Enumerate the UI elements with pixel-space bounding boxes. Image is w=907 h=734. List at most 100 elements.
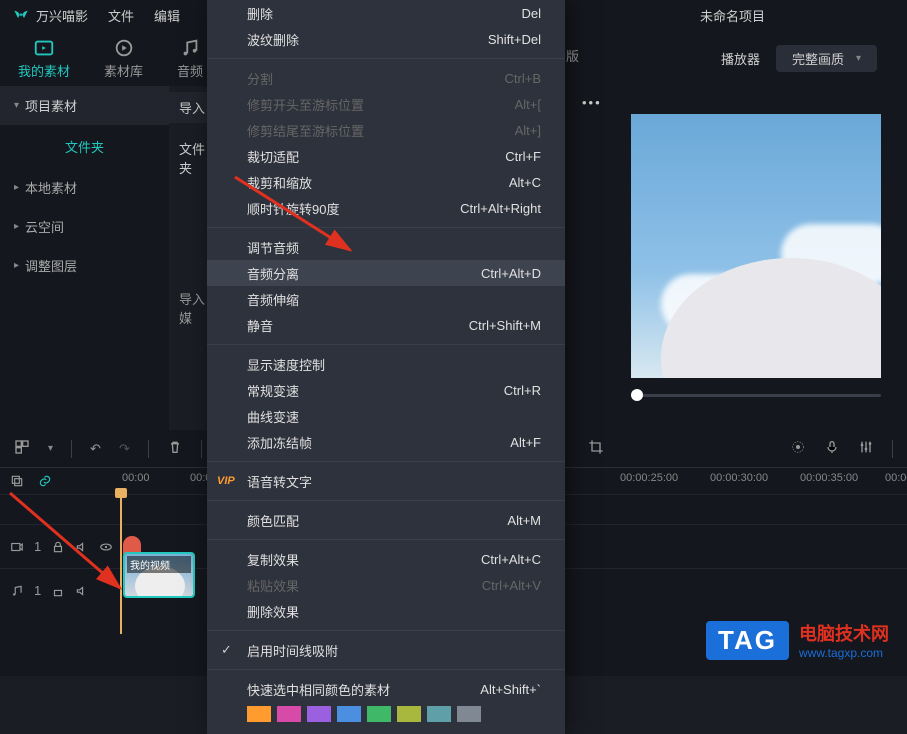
- ctx-shortcut: Ctrl+Alt+D: [481, 266, 541, 281]
- ctx-del_fx[interactable]: 删除效果: [207, 598, 565, 624]
- chevron-down-icon: ▾: [856, 53, 861, 64]
- mixer-icon[interactable]: [858, 439, 874, 458]
- ctx-snap[interactable]: ✓启用时间线吸附: [207, 637, 565, 663]
- ctx-shortcut: Alt+]: [515, 123, 541, 138]
- ctx-label: 语音转文字: [247, 472, 312, 491]
- sidebar-head-project[interactable]: ▾ 项目素材: [0, 86, 169, 125]
- chevron-down-icon[interactable]: ▾: [48, 443, 53, 454]
- tab-audio[interactable]: 音频: [169, 33, 211, 84]
- preview-scrubber[interactable]: [631, 386, 881, 406]
- ctx-uniform_speed[interactable]: 常规变速 Ctrl+R: [207, 377, 565, 403]
- app-logo: 万兴喵影: [12, 6, 88, 25]
- app-name: 万兴喵影: [36, 6, 88, 25]
- copy-icon[interactable]: [10, 474, 24, 488]
- ctx-shortcut: Ctrl+B: [505, 71, 541, 86]
- ctx-label: 快速选中相同颜色的素材: [247, 680, 390, 699]
- ctx-freeze[interactable]: 添加冻结帧 Alt+F: [207, 429, 565, 455]
- more-options-button[interactable]: •••: [582, 95, 602, 110]
- swatch[interactable]: [277, 706, 301, 722]
- ctx-shortcut: Ctrl+Alt+V: [482, 578, 541, 593]
- panels-icon[interactable]: [14, 439, 30, 458]
- swatch[interactable]: [307, 706, 331, 722]
- ctx-audio_ext[interactable]: 音频伸缩: [207, 286, 565, 312]
- wondershare-icon: [12, 6, 30, 24]
- menu-file[interactable]: 文件: [108, 6, 134, 25]
- ctx-shortcut: Shift+Del: [488, 32, 541, 47]
- ctx-ripple_del[interactable]: 波纹删除 Shift+Del: [207, 26, 565, 52]
- ctx-shortcut: Del: [521, 6, 541, 21]
- ctx-shortcut: Ctrl+Alt+Right: [460, 201, 541, 216]
- record-icon[interactable]: [790, 439, 806, 458]
- ctx-shortcut: Ctrl+Shift+M: [469, 318, 541, 333]
- ctx-shortcut: Ctrl+Alt+C: [481, 552, 541, 567]
- ctx-label: 删除效果: [247, 602, 299, 621]
- sidebar-item-cloud[interactable]: ▸云空间: [0, 207, 169, 246]
- ctx-label: 分割: [247, 69, 273, 88]
- video-preview[interactable]: [631, 114, 881, 378]
- ctx-label: 修剪结尾至游标位置: [247, 121, 364, 140]
- ctx-label: 添加冻结帧: [247, 433, 312, 452]
- swatch[interactable]: [397, 706, 421, 722]
- chevron-right-icon: ▸: [14, 182, 19, 193]
- crop-tool-icon[interactable]: [588, 439, 604, 458]
- swatch[interactable]: [367, 706, 391, 722]
- ctx-shortcut: Alt+[: [515, 97, 541, 112]
- ctx-curve_speed[interactable]: 曲线变速: [207, 403, 565, 429]
- menu-edit[interactable]: 编辑: [154, 6, 180, 25]
- quality-dropdown[interactable]: 完整画质 ▾: [776, 45, 877, 72]
- stock-icon: [113, 37, 135, 59]
- media-icon: [33, 37, 55, 59]
- chevron-right-icon: ▸: [14, 221, 19, 232]
- ctx-label: 复制效果: [247, 550, 299, 569]
- chevron-down-icon: ▾: [14, 100, 19, 111]
- ctx-crop_fit[interactable]: 裁切适配 Ctrl+F: [207, 143, 565, 169]
- context-menu: 删除Del 波纹删除 Shift+Del 分割 Ctrl+B 修剪开头至游标位置 Alt+[…: [207, 0, 565, 734]
- chevron-right-icon: ▸: [14, 260, 19, 271]
- ctx-shortcut: Alt+M: [507, 513, 541, 528]
- tab-right-char: 版: [566, 46, 579, 65]
- ctx-label: 波纹删除: [247, 30, 299, 49]
- ctx-label: 静音: [247, 316, 273, 335]
- ctx-label: 修剪开头至游标位置: [247, 95, 364, 114]
- ctx-shortcut: Ctrl+R: [504, 383, 541, 398]
- ctx-trim_end: 修剪结尾至游标位置 Alt+]: [207, 117, 565, 143]
- ctx-delete[interactable]: 删除Del: [207, 0, 565, 26]
- ctx-shortcut: Ctrl+F: [505, 149, 541, 164]
- swatch[interactable]: [457, 706, 481, 722]
- project-title: 未命名项目: [700, 6, 765, 25]
- ctx-split: 分割 Ctrl+B: [207, 65, 565, 91]
- undo-button[interactable]: ↶: [90, 441, 101, 457]
- delete-button[interactable]: [167, 439, 183, 458]
- ctx-color_match[interactable]: 颜色匹配 Alt+M: [207, 507, 565, 533]
- color-swatches: [207, 702, 565, 726]
- ctx-mute[interactable]: 静音 Ctrl+Shift+M: [207, 312, 565, 338]
- sidebar-item-adjust[interactable]: ▸调整图层: [0, 246, 169, 285]
- swatch[interactable]: [247, 706, 271, 722]
- ctx-quick_select[interactable]: 快速选中相同颜色的素材 Alt+Shift+`: [207, 676, 565, 702]
- tab-stock[interactable]: 素材库: [96, 33, 151, 84]
- ctx-label: 常规变速: [247, 381, 299, 400]
- ctx-label: 曲线变速: [247, 407, 299, 426]
- ctx-stt[interactable]: VIP语音转文字: [207, 468, 565, 494]
- watermark: TAG 电脑技术网 www.tagxp.com: [706, 620, 889, 660]
- sidebar-folder-label[interactable]: 文件夹: [0, 125, 169, 168]
- music-icon: [179, 37, 201, 59]
- ctx-label: 颜色匹配: [247, 511, 299, 530]
- ctx-paste_fx: 粘贴效果Ctrl+Alt+V: [207, 572, 565, 598]
- swatch[interactable]: [337, 706, 361, 722]
- ctx-copy_fx[interactable]: 复制效果 Ctrl+Alt+C: [207, 546, 565, 572]
- ctx-trim_start: 修剪开头至游标位置 Alt+[: [207, 91, 565, 117]
- redo-button[interactable]: ↷: [119, 441, 130, 457]
- ctx-label: 裁切适配: [247, 147, 299, 166]
- link-icon[interactable]: [38, 474, 52, 488]
- ctx-label: 音频伸缩: [247, 290, 299, 309]
- ctx-shortcut: Alt+Shift+`: [480, 682, 541, 697]
- sidebar-item-local[interactable]: ▸本地素材: [0, 168, 169, 207]
- voiceover-icon[interactable]: [824, 439, 840, 458]
- ctx-speed_ctrl[interactable]: 显示速度控制: [207, 351, 565, 377]
- ctx-label: 启用时间线吸附: [247, 641, 338, 660]
- ctx-shortcut: Alt+F: [510, 435, 541, 450]
- swatch[interactable]: [427, 706, 451, 722]
- annotation-arrow-2: [0, 488, 140, 611]
- tab-my-media[interactable]: 我的素材: [10, 33, 78, 84]
